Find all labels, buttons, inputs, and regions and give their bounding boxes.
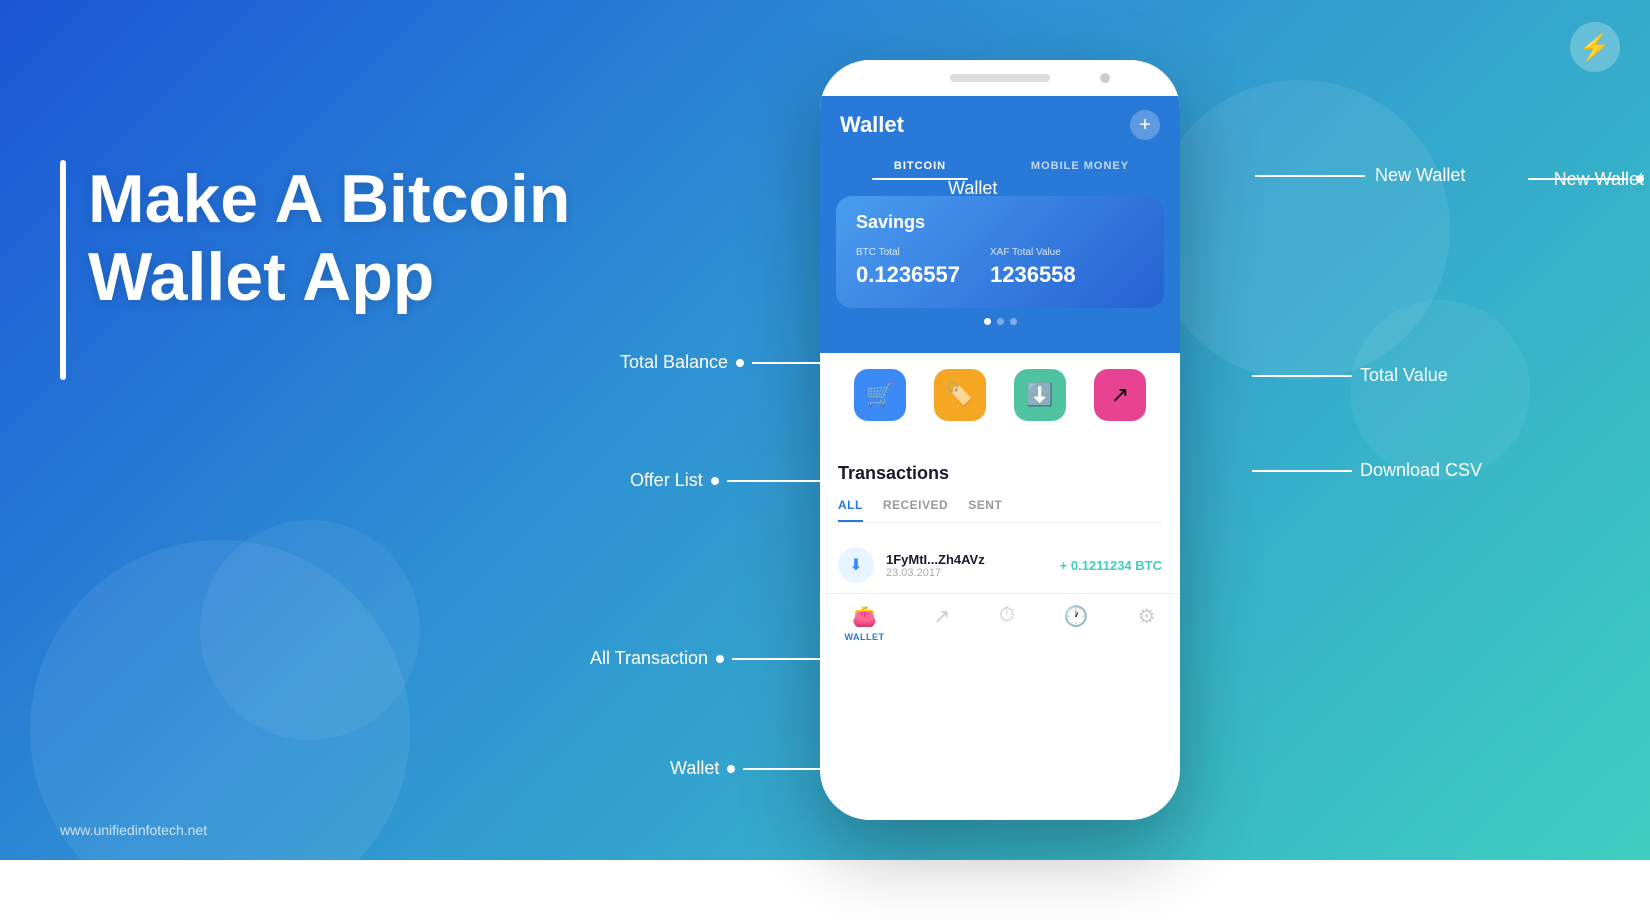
tab-received[interactable]: RECEIVED [883,498,948,522]
decorative-circle-4 [1350,300,1530,480]
tx-info: 1FyMtI...Zh4AVz 23.03.2017 [886,552,1048,579]
download-csv-annotation: Download CSV [1252,460,1482,481]
phone-notch-bar [820,60,1180,96]
logo-icon: ⚡ [1570,22,1620,72]
total-balance-annotation: Total Balance [620,352,852,373]
phone-frame: Wallet + BITCOIN MOBILE MONEY Savings BT… [820,60,1180,820]
offer-list-label: Offer List [630,470,703,491]
clock-nav-icon: 🕐 [1064,604,1089,629]
at-line [732,658,822,660]
notch-camera [1100,73,1110,83]
btc-total-col: BTC Total 0.1236557 [856,247,960,288]
xaf-total-col: XAF Total Value 1236558 [990,247,1076,288]
website-text: www.unifiedinfotech.net [60,822,207,838]
tx-date: 23.03.2017 [886,567,1048,579]
nav-wallet[interactable]: 👛 WALLET [844,604,884,642]
wb-dot [727,765,735,773]
nav-history[interactable]: ⏱ [999,604,1015,642]
tab-all[interactable]: ALL [838,498,863,522]
download-csv-label: Download CSV [1360,460,1482,481]
wallet-annotation: Wallet [948,178,1005,199]
notch-pill [950,74,1050,82]
wallet-annotation-label: Wallet [948,178,997,199]
wb-line [743,768,833,770]
transactions-section: Transactions ALL RECEIVED SENT ⬇ 1FyMtI.… [820,445,1180,593]
nav-clock[interactable]: 🕐 [1064,604,1089,642]
total-value-label: Total Value [1360,365,1448,386]
bottom-nav: 👛 WALLET ↗ ⏱ 🕐 ⚙ [820,593,1180,650]
all-transaction-label: All Transaction [590,648,708,669]
ann-gap [1003,188,1005,190]
app-header: Wallet + BITCOIN MOBILE MONEY [820,96,1180,180]
savings-card: Savings BTC Total 0.1236557 XAF Total Va… [836,196,1164,308]
send-nav-icon: ↗ [933,604,950,629]
tab-sent[interactable]: SENT [968,498,1002,522]
app-wallet-title: Wallet [840,112,904,138]
btc-total-label: BTC Total [856,247,960,258]
total-balance-label: Total Balance [620,352,728,373]
nav-send[interactable]: ↗ [933,604,950,642]
tab-bitcoin[interactable]: BITCOIN [840,152,1000,180]
xaf-total-value: 1236558 [990,262,1076,288]
xaf-total-label: XAF Total Value [990,247,1076,258]
card-dot-1 [984,318,991,325]
transaction-tabs: ALL RECEIVED SENT [838,498,1162,523]
btc-total-value: 0.1236557 [856,262,960,288]
left-content: Make A Bitcoin Wallet App [60,160,570,316]
transaction-row: ⬇ 1FyMtI...Zh4AVz 23.03.2017 + 0.1211234… [838,537,1162,593]
download-csv-button[interactable]: ⬇️ [1014,369,1066,421]
accent-bar [60,160,66,380]
nav-wallet-label: WALLET [844,632,884,642]
dc-line [1252,470,1352,472]
wallet-tabs: BITCOIN MOBILE MONEY [840,152,1160,180]
new-wallet-ann-right: New Wallet [1255,165,1465,186]
nav-settings[interactable]: ⚙ [1138,604,1156,642]
share-button[interactable]: ↗ [1094,369,1146,421]
action-bar: 🛒 🏷️ ⬇️ ↗ [820,353,1180,437]
history-nav-icon: ⏱ [999,604,1015,627]
card-dots [836,318,1164,325]
nw-line [1255,175,1365,177]
new-wallet-annotation: New Wallet [1528,175,1644,183]
main-title: Make A Bitcoin Wallet App [60,160,570,316]
ol-dot [711,477,719,485]
decorative-circle-2 [200,520,420,740]
total-value-annotation: Total Value [1252,365,1448,386]
card-dot-2 [997,318,1004,325]
tx-amount: + 0.1211234 BTC [1060,558,1162,573]
app-header-top: Wallet + [840,110,1160,140]
savings-values: BTC Total 0.1236557 XAF Total Value 1236… [856,247,1144,288]
title-line1: Make A Bitcoin [88,161,570,237]
phone-mockup: Wallet + BITCOIN MOBILE MONEY Savings BT… [820,60,1180,820]
wallet-bottom-label: Wallet [670,758,719,779]
tag-button[interactable]: 🏷️ [934,369,986,421]
savings-card-title: Savings [856,212,1144,233]
all-transaction-annotation: All Transaction [590,648,822,669]
at-dot [716,655,724,663]
offer-list-button[interactable]: 🛒 [854,369,906,421]
offer-list-annotation: Offer List [630,470,827,491]
tab-mobile-money[interactable]: MOBILE MONEY [1000,152,1160,180]
new-wallet-label: New Wallet [1554,169,1644,190]
tv-line [1252,375,1352,377]
ol-line [727,480,827,482]
app-blue-section: Savings BTC Total 0.1236557 XAF Total Va… [820,180,1180,353]
nw-label: New Wallet [1375,165,1465,186]
new-wallet-button[interactable]: + [1130,110,1160,140]
settings-nav-icon: ⚙ [1138,604,1156,629]
wallet-nav-icon: 👛 [852,604,877,629]
tx-download-icon: ⬇ [838,547,874,583]
title-line2: Wallet App [88,239,434,315]
tx-address: 1FyMtI...Zh4AVz [886,552,1048,567]
tb-dot [736,359,744,367]
wallet-bottom-annotation: Wallet [670,758,833,779]
tb-line [752,362,852,364]
card-dot-3 [1010,318,1017,325]
transactions-title: Transactions [838,463,1162,484]
